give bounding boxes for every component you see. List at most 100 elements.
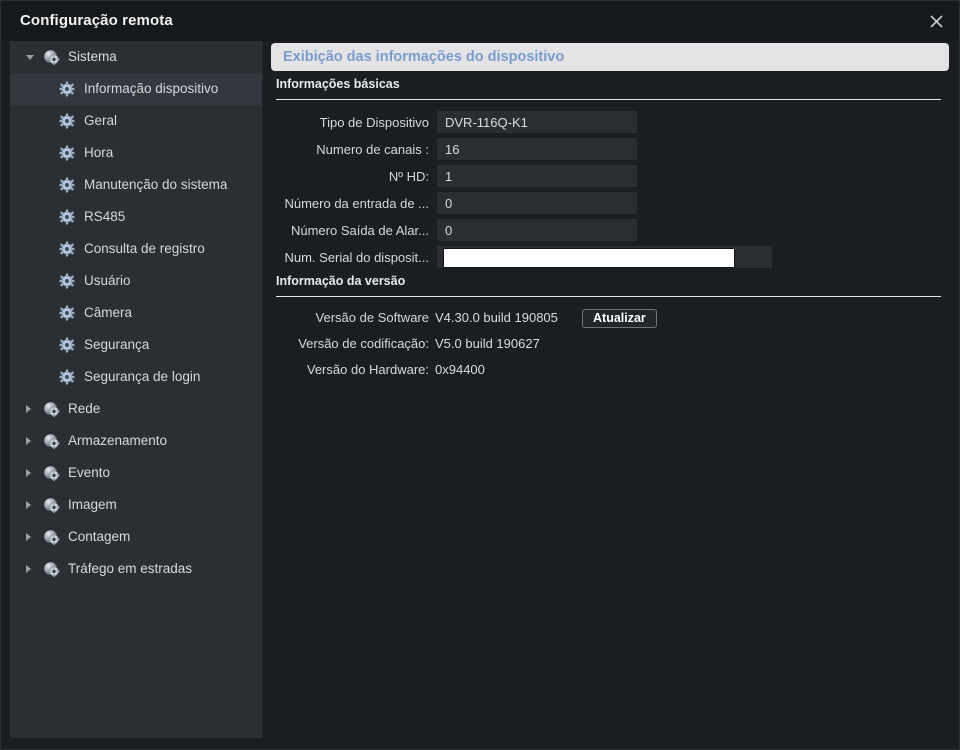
window-title: Configuração remota: [20, 12, 173, 29]
gear-icon: [58, 144, 76, 162]
form-row: Numero de canais :16: [263, 138, 637, 160]
sidebar-item-usu-rio[interactable]: Usuário: [10, 265, 262, 297]
sidebar-item-seguran-a-de-login[interactable]: Segurança de login: [10, 361, 262, 393]
gear-icon: [59, 145, 75, 161]
form-row: Número Saída de Alar...0: [263, 219, 637, 241]
gear-icon: [58, 336, 76, 354]
version-label: Versão do Hardware:: [263, 362, 435, 377]
gear-icon: [58, 112, 76, 130]
basic-info-section-title: Informações básicas: [276, 77, 400, 91]
update-button[interactable]: Atualizar: [582, 309, 657, 328]
title-bar: Configuração remota: [1, 1, 959, 41]
globe-gear-icon: [43, 49, 60, 66]
sidebar-item-armazenamento[interactable]: Armazenamento: [10, 425, 262, 457]
gear-icon: [58, 368, 76, 386]
version-value: 0x94400: [435, 362, 485, 377]
sidebar-item-label: Armazenamento: [68, 434, 167, 448]
sidebar-item-label: Câmera: [84, 306, 132, 320]
sidebar-item-label: Consulta de registro: [84, 242, 205, 256]
form-field-value: 1: [437, 165, 637, 187]
sidebar-item-manuten-o-do-sistema[interactable]: Manutenção do sistema: [10, 169, 262, 201]
panel-header-title: Exibição das informações do dispositivo: [271, 49, 564, 65]
version-info-section-title: Informação da versão: [276, 274, 405, 288]
basic-info-divider: [276, 99, 941, 100]
sidebar-item-label: Manutenção do sistema: [84, 178, 227, 192]
gear-icon: [59, 177, 75, 193]
version-row: Versão de SoftwareV4.30.0 build 190805At…: [263, 306, 558, 328]
sidebar-item-contagem[interactable]: Contagem: [10, 521, 262, 553]
sidebar-item-label: Geral: [84, 114, 117, 128]
redaction-overlay: [443, 248, 735, 268]
globe-gear-icon: [42, 464, 60, 482]
globe-gear-icon: [43, 433, 60, 450]
sidebar-item-seguran-a[interactable]: Segurança: [10, 329, 262, 361]
version-label: Versão de codificação:: [263, 336, 435, 351]
gear-icon: [59, 113, 75, 129]
sidebar-item-label: Hora: [84, 146, 113, 160]
gear-icon: [59, 81, 75, 97]
sidebar-item-label: Usuário: [84, 274, 131, 288]
close-button[interactable]: [921, 8, 951, 34]
chevron-right-icon[interactable]: [26, 393, 42, 425]
chevron-right-icon[interactable]: [26, 425, 42, 457]
gear-icon: [59, 337, 75, 353]
globe-gear-icon: [43, 561, 60, 578]
sidebar-item-c-mera[interactable]: Câmera: [10, 297, 262, 329]
chevron-right-icon[interactable]: [26, 521, 42, 553]
settings-tree[interactable]: Sistema Informação dispositivo Geral Hora Ma…: [10, 41, 263, 738]
version-row: Versão do Hardware:0x94400: [263, 358, 485, 380]
form-field-value: DVR-116Q-K1: [437, 111, 637, 133]
sidebar-item-label: Imagem: [68, 498, 117, 512]
sidebar-item-informa-o-dispositivo[interactable]: Informação dispositivo: [10, 73, 262, 105]
sidebar-item-label: Tráfego em estradas: [68, 562, 192, 576]
chevron-down-icon[interactable]: [26, 41, 42, 73]
gear-icon: [59, 273, 75, 289]
globe-gear-icon: [43, 497, 60, 514]
gear-icon: [58, 208, 76, 226]
globe-gear-icon: [42, 48, 60, 66]
form-field-label: Número da entrada de ...: [263, 196, 437, 211]
form-field-value: 16: [437, 138, 637, 160]
version-row: Versão de codificação:V5.0 build 190627: [263, 332, 540, 354]
sidebar-item-geral[interactable]: Geral: [10, 105, 262, 137]
form-row: Nº HD:1: [263, 165, 637, 187]
gear-icon: [58, 80, 76, 98]
form-field-label: Número Saída de Alar...: [263, 223, 437, 238]
globe-gear-icon: [43, 529, 60, 546]
serial-number-field[interactable]: [437, 246, 772, 268]
globe-gear-icon: [42, 560, 60, 578]
form-field-label: Nº HD:: [263, 169, 437, 184]
gear-icon: [58, 304, 76, 322]
sidebar-item-tr-fego-em-estradas[interactable]: Tráfego em estradas: [10, 553, 262, 585]
sidebar-item-hora[interactable]: Hora: [10, 137, 262, 169]
globe-gear-icon: [43, 465, 60, 482]
main-panel: Exibição das informações do dispositivo …: [263, 41, 951, 738]
sidebar-item-label: Segurança de login: [84, 370, 200, 384]
form-field-label: Tipo de Dispositivo: [263, 115, 437, 130]
sidebar-item-label: Informação dispositivo: [84, 82, 218, 96]
sidebar-item-rede[interactable]: Rede: [10, 393, 262, 425]
chevron-right-icon[interactable]: [26, 489, 42, 521]
sidebar-item-label: Segurança: [84, 338, 149, 352]
gear-icon: [58, 272, 76, 290]
form-field-value: 0: [437, 219, 637, 241]
form-field-label: Numero de canais :: [263, 142, 437, 157]
globe-gear-icon: [42, 400, 60, 418]
sidebar-item-sistema[interactable]: Sistema: [10, 41, 262, 73]
remote-config-window: Configuração remota Sistema Informação di…: [0, 0, 960, 750]
sidebar-item-imagem[interactable]: Imagem: [10, 489, 262, 521]
chevron-right-icon[interactable]: [26, 553, 42, 585]
close-icon: [929, 14, 944, 29]
version-value: V5.0 build 190627: [435, 336, 540, 351]
form-row: Número da entrada de ...0: [263, 192, 637, 214]
gear-icon: [59, 241, 75, 257]
chevron-right-icon[interactable]: [26, 457, 42, 489]
version-value: V4.30.0 build 190805: [435, 310, 558, 325]
sidebar-item-rs485[interactable]: RS485: [10, 201, 262, 233]
form-field-label: Num. Serial do disposit...: [263, 250, 437, 265]
sidebar-item-label: Sistema: [68, 50, 117, 64]
sidebar-item-consulta-de-registro[interactable]: Consulta de registro: [10, 233, 262, 265]
sidebar-item-evento[interactable]: Evento: [10, 457, 262, 489]
globe-gear-icon: [42, 432, 60, 450]
sidebar-item-label: Rede: [68, 402, 100, 416]
